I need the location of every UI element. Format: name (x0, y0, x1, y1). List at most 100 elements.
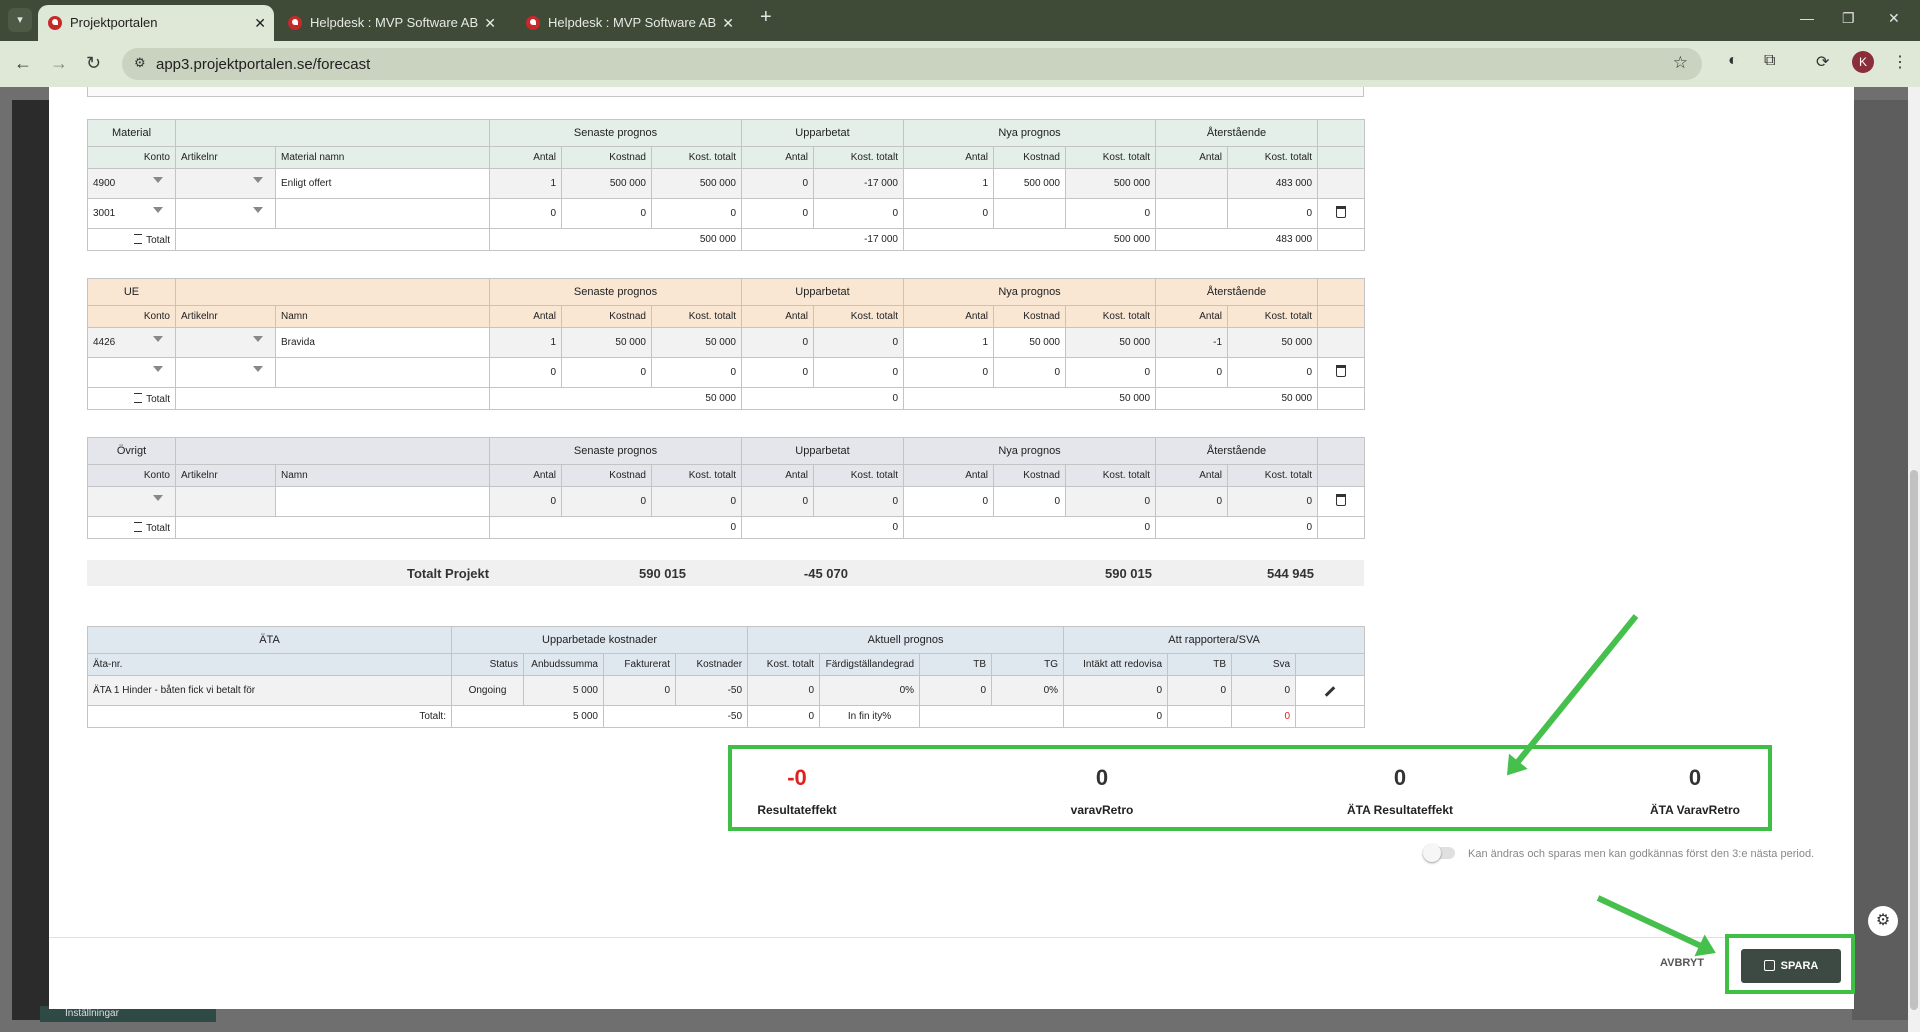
kostnad-input[interactable]: 0 (561, 198, 652, 229)
antal-input[interactable]: 1 (903, 168, 994, 199)
total-value: -50 (602, 705, 749, 728)
close-window-icon[interactable]: ✕ (1888, 10, 1900, 27)
forward-icon[interactable]: → (50, 53, 68, 74)
delete-row-icon[interactable] (1336, 494, 1347, 506)
antal-input[interactable]: 0 (903, 357, 994, 388)
kostnad-input[interactable]: 0 (993, 486, 1066, 517)
col-header: TB (919, 653, 993, 676)
result-item: 0 ÄTA Resultateffekt (1300, 765, 1500, 817)
tab-projektportalen[interactable]: Projektportalen ✕ (38, 5, 274, 41)
col-header: Kostnad (561, 146, 652, 169)
col-header: Kostnad (993, 305, 1066, 328)
reload-icon[interactable]: ↻ (86, 53, 101, 74)
tab-helpdesk-1[interactable]: Helpdesk : MVP Software AB ✕ (278, 5, 504, 41)
antal-input[interactable]: 0 (489, 357, 562, 388)
kostnad-input[interactable] (993, 198, 1066, 229)
result-summary: -0 Resultateffekt 0 varavRetro 0 ÄTA Res… (728, 745, 1772, 831)
group-header: Senaste prognos (489, 437, 742, 465)
col-header: Sva (1231, 653, 1297, 676)
col-header: Kostnad (561, 464, 652, 487)
bookmark-star-icon[interactable]: ☆ (1673, 53, 1688, 73)
delete-row-icon[interactable] (1336, 206, 1347, 218)
sync-icon[interactable]: ⟳ (1816, 52, 1829, 72)
group-header: Upparbetade kostnader (450, 626, 749, 654)
section-title: ÄTA (87, 626, 452, 654)
cell: 0 (741, 198, 814, 229)
close-tab-icon[interactable]: ✕ (254, 5, 266, 41)
col-header: Antal (489, 146, 562, 169)
delete-row-icon[interactable] (1336, 365, 1347, 377)
name-input[interactable] (275, 486, 490, 517)
tab-helpdesk-2[interactable]: Helpdesk : MVP Software AB ✕ (516, 5, 742, 41)
extensions-icon[interactable]: ⧉ (1764, 52, 1775, 70)
konto-select[interactable]: 4426 (87, 327, 176, 358)
ata-table: ÄTA Upparbetade kostnader Aktuell progno… (87, 626, 1366, 728)
col-header: Artikelnr (175, 146, 276, 169)
group-header: Nya prognos (902, 437, 1157, 465)
total-label: Totalt: (87, 705, 452, 728)
result-value: 0 (1688, 765, 1702, 790)
result-value: 0 (1393, 765, 1407, 790)
col-header: Konto (87, 464, 176, 487)
address-bar[interactable]: ⚙ app3.projektportalen.se/forecast ☆ (122, 48, 1702, 80)
name-input[interactable]: Enligt offert (275, 168, 490, 199)
cell: 50 000 (561, 327, 652, 358)
ata-name: ÄTA 1 Hinder - båten fick vi betalt för (87, 675, 452, 706)
save-icon (1763, 960, 1775, 971)
antal-input[interactable]: 0 (489, 198, 562, 229)
settings-gear-icon[interactable]: ⚙ (1868, 906, 1898, 936)
restore-icon[interactable]: ❐ (1842, 10, 1855, 27)
col-header: Färdigställandegrad (819, 653, 921, 676)
antal-input[interactable]: 1 (903, 327, 994, 358)
browser-menu-icon[interactable]: ⋮ (1892, 52, 1908, 72)
kostnad-input[interactable]: 50 000 (993, 327, 1066, 358)
col-header: Antal (741, 146, 814, 169)
back-icon[interactable]: ← (14, 53, 32, 74)
total-value: 544 945 (1267, 566, 1314, 581)
password-manager-icon[interactable]: ◐ (1728, 52, 1738, 70)
tab-search-menu[interactable]: ▾ (8, 8, 32, 32)
cell: 0 (1155, 357, 1229, 388)
result-label: varavRetro (1070, 803, 1134, 817)
name-input[interactable] (275, 198, 490, 229)
kostnad-input[interactable]: 0 (993, 357, 1066, 388)
artikel-select[interactable] (175, 198, 276, 229)
group-header: Nya prognos (902, 119, 1157, 147)
konto-select[interactable]: 4900 (87, 168, 176, 199)
edit-icon[interactable] (1324, 686, 1336, 697)
minimize-icon[interactable]: — (1800, 10, 1814, 26)
totalt-projekt-label: Totalt Projekt (407, 566, 490, 581)
artikel-select[interactable] (175, 168, 276, 199)
antal-input[interactable]: 0 (903, 198, 994, 229)
result-item: -0 Resultateffekt (697, 765, 897, 817)
browser-toolbar: ← → ↻ ⚙ app3.projektportalen.se/forecast… (0, 41, 1920, 87)
profile-avatar[interactable]: K (1852, 51, 1874, 73)
close-tab-icon[interactable]: ✕ (484, 5, 496, 41)
konto-select[interactable]: 3001 (87, 198, 176, 229)
name-input[interactable]: Bravida (275, 327, 490, 358)
total-value: 50 000 (489, 387, 742, 410)
artikel-select[interactable] (175, 357, 276, 388)
konto-select[interactable] (87, 486, 176, 517)
cell: 0% (991, 675, 1065, 706)
col-header: Äta-nr. (87, 653, 452, 676)
kostnad-input[interactable]: 0 (561, 357, 652, 388)
site-info-icon[interactable]: ⚙ (134, 55, 146, 71)
col-header: Anbudssumma (523, 653, 604, 676)
cancel-button[interactable]: AVBRYT (1660, 957, 1704, 969)
scrollbar-thumb[interactable] (1910, 470, 1918, 1010)
artikel-select[interactable] (175, 327, 276, 358)
col-header: Artikelnr (175, 464, 276, 487)
cell: 1 (489, 168, 562, 199)
total-value: 0 (741, 387, 904, 410)
konto-select[interactable] (87, 357, 176, 388)
approval-toggle[interactable] (1423, 844, 1455, 862)
group-header: Aktuell prognos (747, 626, 1065, 654)
antal-input[interactable]: 0 (903, 486, 994, 517)
cell: 0 (919, 675, 993, 706)
save-button[interactable]: SPARA (1741, 949, 1841, 983)
name-input[interactable] (275, 357, 490, 388)
new-tab-icon[interactable]: + (760, 6, 772, 29)
close-tab-icon[interactable]: ✕ (722, 5, 734, 41)
kostnad-input[interactable]: 500 000 (993, 168, 1066, 199)
